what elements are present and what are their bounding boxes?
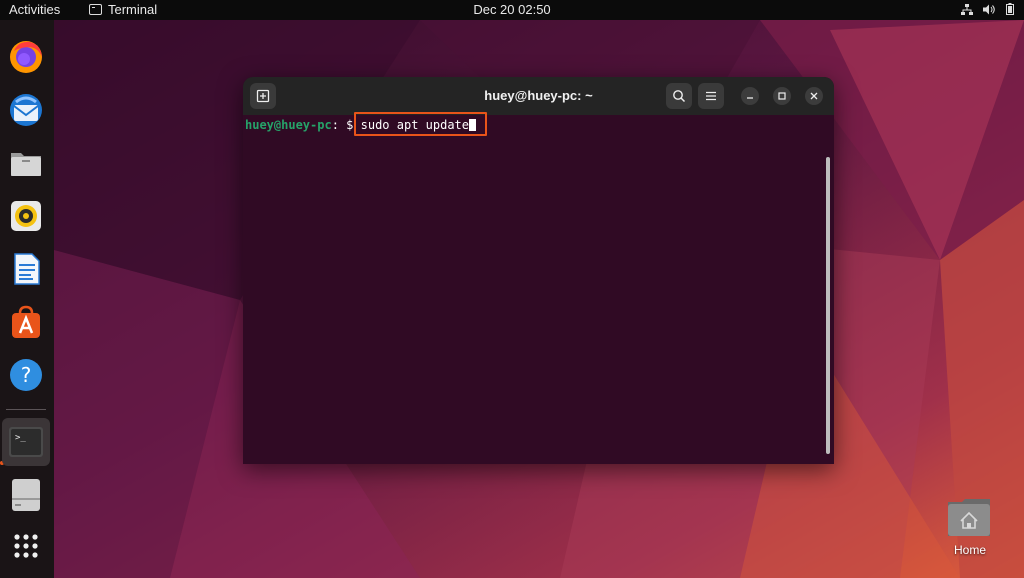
system-tray[interactable]: [961, 3, 1014, 15]
minimize-button[interactable]: [741, 87, 759, 105]
help-icon[interactable]: ?: [5, 354, 47, 396]
new-tab-icon: [256, 89, 270, 103]
firefox-icon[interactable]: [5, 36, 47, 78]
app-menu-label: Terminal: [108, 2, 158, 17]
maximize-icon: [778, 92, 786, 100]
terminal-output[interactable]: huey@huey-pc: $ sudo apt update: [243, 112, 834, 464]
dock: ? >_: [0, 20, 54, 578]
home-folder-icon[interactable]: [946, 496, 992, 538]
terminal-icon[interactable]: >_: [2, 418, 50, 466]
prompt-user: huey@huey-pc: [245, 118, 332, 132]
minimize-icon: [747, 97, 753, 99]
app-menu[interactable]: Terminal: [89, 2, 157, 17]
window-title: huey@huey-pc: ~: [484, 88, 593, 103]
rhythmbox-icon[interactable]: [5, 195, 47, 237]
svg-text:>_: >_: [15, 433, 26, 443]
software-center-icon[interactable]: [5, 301, 47, 343]
new-tab-button[interactable]: [250, 83, 276, 109]
scrollbar[interactable]: [826, 157, 830, 454]
search-button[interactable]: [666, 83, 692, 109]
battery-icon: [1006, 3, 1014, 15]
home-folder-label[interactable]: Home: [940, 543, 1000, 557]
maximize-button[interactable]: [773, 87, 791, 105]
menu-button[interactable]: [698, 83, 724, 109]
clock[interactable]: Dec 20 02:50: [473, 2, 550, 17]
app-grid-icon[interactable]: [5, 525, 47, 567]
prompt-path: :: [331, 118, 339, 132]
hamburger-icon: [706, 91, 716, 101]
svg-text:?: ?: [21, 363, 32, 387]
terminal-small-icon: [89, 4, 102, 15]
libreoffice-writer-icon[interactable]: [5, 248, 47, 290]
close-icon: [810, 92, 818, 100]
top-bar: Activities Terminal Dec 20 02:50: [0, 0, 1024, 20]
dock-separator: [6, 409, 46, 410]
command-highlight-box: [354, 112, 487, 136]
title-bar[interactable]: huey@huey-pc: ~: [243, 77, 834, 115]
files-icon[interactable]: [5, 142, 47, 184]
terminal-window[interactable]: huey@huey-pc: ~ huey@huey-pc: $ sudo apt…: [243, 77, 834, 464]
search-icon: [673, 90, 686, 103]
activities-button[interactable]: Activities: [9, 2, 60, 17]
network-icon: [961, 3, 973, 15]
disk-icon[interactable]: [5, 474, 47, 516]
thunderbird-icon[interactable]: [5, 89, 47, 131]
close-button[interactable]: [805, 87, 823, 105]
volume-icon: [983, 4, 995, 14]
